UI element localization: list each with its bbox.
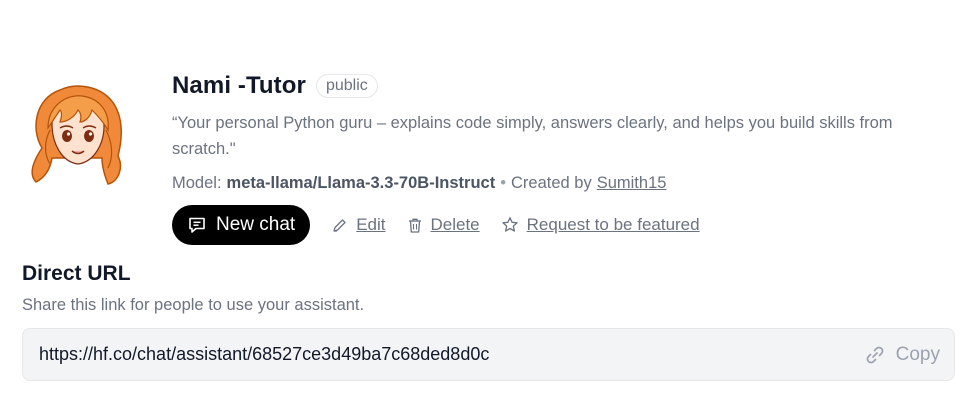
copy-label: Copy — [895, 343, 940, 365]
delete-button[interactable]: Delete — [407, 215, 480, 235]
delete-label: Delete — [430, 215, 480, 234]
model-line: Model: meta-llama/Llama-3.3-70B-Instruct… — [172, 174, 952, 193]
chat-bubble-icon — [189, 217, 205, 233]
new-chat-label: New chat — [216, 214, 296, 235]
edit-label: Edit — [356, 215, 386, 234]
assistant-description: “Your personal Python guru – explains co… — [172, 114, 893, 158]
direct-url-field[interactable]: https://hf.co/chat/assistant/68527ce3d49… — [22, 328, 955, 381]
title-row: Nami -Tutor public — [172, 72, 952, 100]
trash-icon — [408, 218, 421, 233]
request-featured-label: Request to be featured — [526, 215, 700, 234]
avatar-icon — [31, 85, 122, 185]
direct-url-subtitle: Share this link for people to use your a… — [22, 296, 365, 314]
edit-button[interactable]: Edit — [331, 215, 386, 235]
pencil-icon — [333, 218, 346, 232]
direct-url-value[interactable]: https://hf.co/chat/assistant/68527ce3d49… — [39, 344, 863, 365]
assistant-header: Nami -Tutor public “Your personal Python… — [22, 64, 952, 245]
copy-button[interactable]: Copy — [863, 343, 940, 367]
link-icon — [866, 346, 884, 363]
assistant-name: Nami -Tutor — [172, 72, 306, 99]
visibility-badge: public — [315, 74, 378, 98]
assistant-avatar — [22, 78, 152, 208]
separator-dot: • — [500, 174, 506, 192]
new-chat-button[interactable]: New chat — [172, 205, 311, 245]
direct-url-title: Direct URL — [22, 262, 131, 285]
star-icon — [501, 217, 518, 232]
created-by-label: Created by — [511, 174, 592, 192]
action-bar: New chat Edit Delete Request to be featu… — [172, 205, 952, 245]
model-label: Model: — [172, 174, 222, 192]
creator-link[interactable]: Sumith15 — [597, 174, 667, 193]
request-featured-button[interactable]: Request to be featured — [501, 215, 700, 235]
model-name: meta-llama/Llama-3.3-70B-Instruct — [226, 174, 496, 192]
assistant-info: Nami -Tutor public “Your personal Python… — [172, 64, 952, 245]
